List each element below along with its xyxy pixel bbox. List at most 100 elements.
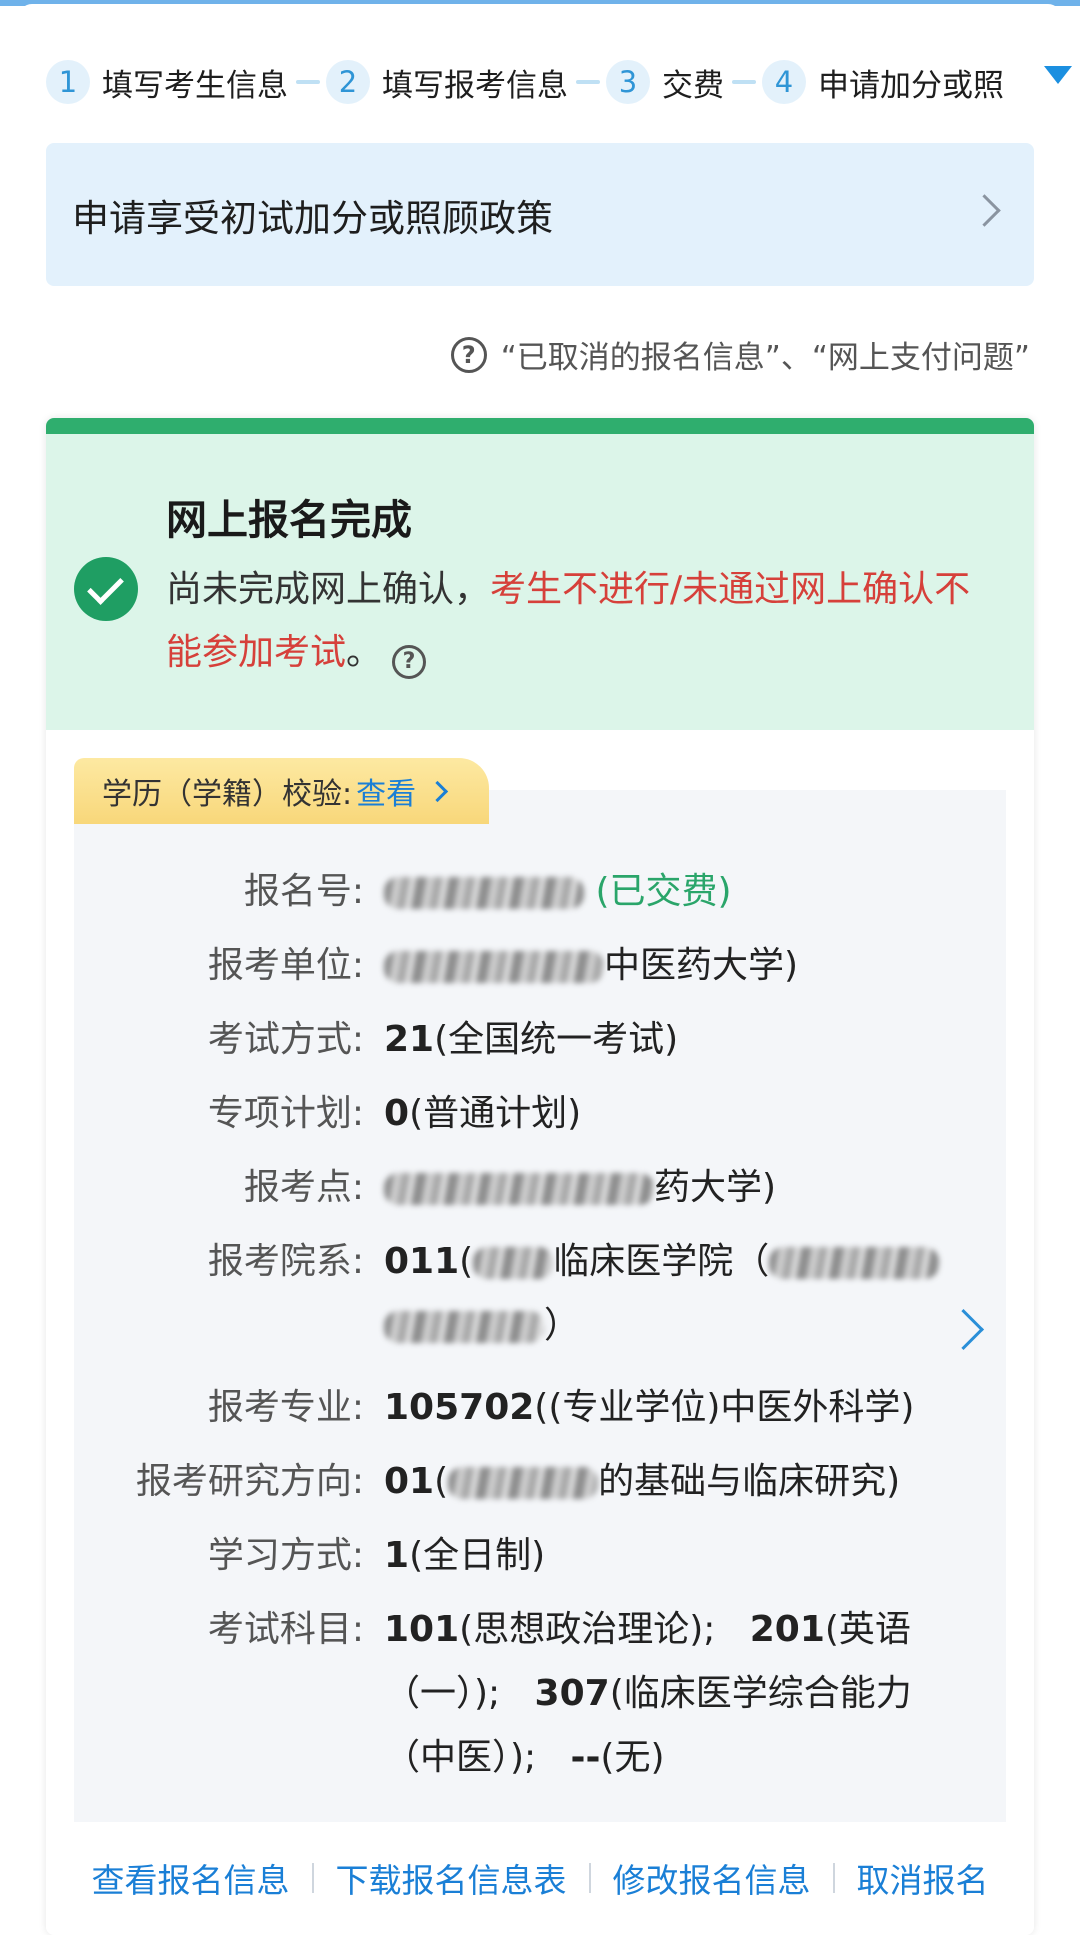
department-value: 011(临床医学院（） bbox=[384, 1230, 954, 1358]
redacted-value bbox=[384, 1173, 654, 1205]
study-mode-value: 1(全日制) bbox=[384, 1524, 954, 1588]
step-1[interactable]: 1 填写考生信息 bbox=[46, 60, 288, 105]
edu-check-tab[interactable]: 学历（学籍）校验: 查看 bbox=[74, 758, 490, 824]
top-sheet-edge bbox=[18, 4, 1062, 18]
subject-1-code: 101 bbox=[384, 1609, 460, 1650]
step-3[interactable]: 3 交费 bbox=[606, 60, 724, 105]
step-3-label: 交费 bbox=[662, 67, 724, 104]
direction-text: 的基础与临床研究) bbox=[598, 1461, 901, 1502]
exam-mode-text: (全国统一考试) bbox=[434, 1019, 679, 1060]
status-description: 尚未完成网上确认，考生不进行/未通过网上确认不能参加考试。? bbox=[166, 558, 996, 684]
redacted-value bbox=[384, 951, 604, 983]
subjects-label: 考试科目: bbox=[207, 1609, 364, 1650]
row-direction: 报考研究方向: 01(的基础与临床研究) bbox=[74, 1450, 1006, 1514]
caret-down-icon[interactable] bbox=[1044, 66, 1072, 84]
step-4[interactable]: 4 申请加分或照 bbox=[762, 60, 1004, 105]
step-divider bbox=[732, 80, 756, 84]
subjects-value: 101(思想政治理论); 201(英语（一）); 307(临床医学综合能力（中医… bbox=[384, 1598, 954, 1790]
page: 1 填写考生信息 2 填写报考信息 3 交费 4 申请加分或照 申请享受初试加分… bbox=[0, 0, 1080, 1935]
study-mode-code: 1 bbox=[384, 1535, 410, 1576]
paid-status: (已交费) bbox=[595, 871, 732, 912]
row-reg-no: 报名号: (已交费) bbox=[74, 860, 1006, 924]
direction-code: 01 bbox=[384, 1461, 435, 1502]
study-mode-text: (全日制) bbox=[409, 1535, 546, 1576]
registration-card: 网上报名完成 尚未完成网上确认，考生不进行/未通过网上确认不能参加考试。? 报名… bbox=[46, 418, 1034, 1935]
registration-info-panel: 报名号: (已交费) 报考单位: 中医药大学) 考试方式: 21(全国统一考试)… bbox=[74, 790, 1006, 1822]
step-4-label: 申请加分或照 bbox=[818, 67, 1004, 104]
major-code: 105702 bbox=[384, 1387, 535, 1428]
row-subjects: 考试科目: 101(思想政治理论); 201(英语（一）); 307(临床医学综… bbox=[74, 1598, 1006, 1790]
row-major: 报考专业: 105702((专业学位)中医外科学) bbox=[74, 1376, 1006, 1440]
row-exam-site: 报考点: 药大学) bbox=[74, 1156, 1006, 1220]
exam-mode-value: 21(全国统一考试) bbox=[384, 1008, 954, 1072]
download-registration-button[interactable]: 下载报名信息表 bbox=[336, 1854, 567, 1902]
step-divider bbox=[296, 80, 320, 84]
row-unit: 报考单位: 中医药大学) bbox=[74, 934, 1006, 998]
department-label: 报考院系: bbox=[207, 1241, 364, 1282]
major-label: 报考专业: bbox=[207, 1387, 364, 1428]
redacted-value bbox=[384, 877, 584, 909]
department-code: 011 bbox=[384, 1241, 460, 1282]
action-bar: 查看报名信息 下载报名信息表 修改报名信息 取消报名 bbox=[46, 1854, 1034, 1902]
step-divider bbox=[576, 80, 600, 84]
row-special-plan: 专项计划: 0(普通计划) bbox=[74, 1082, 1006, 1146]
direction-label: 报考研究方向: bbox=[135, 1461, 364, 1502]
unit-value: 中医药大学) bbox=[384, 934, 954, 998]
policy-banner[interactable]: 申请享受初试加分或照顾政策 bbox=[46, 143, 1034, 286]
chevron-right-icon bbox=[968, 194, 1001, 227]
help-links-text[interactable]: “已取消的报名信息”、“网上支付问题” bbox=[501, 332, 1030, 377]
status-accent-bar bbox=[46, 418, 1034, 434]
status-title: 网上报名完成 bbox=[166, 496, 412, 544]
step-1-label: 填写考生信息 bbox=[102, 67, 288, 104]
action-divider bbox=[588, 1863, 591, 1893]
direction-value: 01(的基础与临床研究) bbox=[384, 1461, 901, 1502]
redacted-value bbox=[769, 1247, 940, 1279]
unit-label: 报考单位: bbox=[207, 945, 364, 986]
subject-3-code: 307 bbox=[534, 1673, 610, 1714]
help-links[interactable]: ? “已取消的报名信息”、“网上支付问题” bbox=[450, 332, 1030, 377]
exam-site-value: 药大学) bbox=[384, 1156, 954, 1220]
redacted-value bbox=[384, 1311, 544, 1343]
edit-registration-button[interactable]: 修改报名信息 bbox=[613, 1854, 811, 1902]
question-icon[interactable]: ? bbox=[392, 644, 427, 679]
status-desc-normal: 尚未完成网上确认， bbox=[166, 569, 491, 610]
step-2-number: 2 bbox=[326, 60, 370, 104]
step-2-label: 填写报考信息 bbox=[382, 67, 568, 104]
exam-site-text: 药大学) bbox=[654, 1167, 777, 1208]
subject-4-code: -- bbox=[570, 1737, 601, 1778]
subject-4-text: (无) bbox=[600, 1737, 665, 1778]
step-4-number: 4 bbox=[762, 60, 806, 104]
department-text: 临床医学院（ bbox=[553, 1241, 770, 1282]
chevron-right-icon bbox=[427, 780, 449, 802]
question-icon: ? bbox=[450, 336, 487, 373]
row-study-mode: 学习方式: 1(全日制) bbox=[74, 1524, 1006, 1588]
subject-1-text: (思想政治理论); bbox=[459, 1609, 716, 1650]
view-registration-button[interactable]: 查看报名信息 bbox=[92, 1854, 290, 1902]
step-1-number: 1 bbox=[46, 60, 90, 104]
status-section: 网上报名完成 尚未完成网上确认，考生不进行/未通过网上确认不能参加考试。? bbox=[46, 434, 1034, 730]
step-3-number: 3 bbox=[606, 60, 650, 104]
subject-2-code: 201 bbox=[749, 1609, 825, 1650]
row-department[interactable]: 报考院系: 011(临床医学院（） bbox=[74, 1230, 1006, 1358]
step-2[interactable]: 2 填写报考信息 bbox=[326, 60, 568, 105]
study-mode-label: 学习方式: bbox=[207, 1535, 364, 1576]
exam-site-label: 报考点: bbox=[243, 1167, 364, 1208]
exam-mode-label: 考试方式: bbox=[207, 1019, 364, 1060]
action-divider bbox=[311, 1863, 314, 1893]
edu-check-link[interactable]: 查看 bbox=[356, 769, 416, 813]
department-tail: ） bbox=[544, 1305, 581, 1346]
redacted-value bbox=[448, 1467, 599, 1499]
reg-no-value: (已交费) bbox=[384, 860, 954, 924]
special-plan-value: 0(普通计划) bbox=[384, 1082, 954, 1146]
major-value: 105702((专业学位)中医外科学) bbox=[384, 1376, 954, 1440]
special-plan-label: 专项计划: bbox=[207, 1093, 364, 1134]
policy-banner-text: 申请享受初试加分或照顾政策 bbox=[72, 196, 553, 240]
exam-mode-code: 21 bbox=[384, 1019, 435, 1060]
edu-check-label: 学历（学籍）校验: bbox=[102, 777, 353, 812]
major-text: ((专业学位)中医外科学) bbox=[534, 1387, 915, 1428]
reg-no-label: 报名号: bbox=[243, 871, 364, 912]
row-exam-mode: 考试方式: 21(全国统一考试) bbox=[74, 1008, 1006, 1072]
unit-value-text: 中医药大学) bbox=[604, 945, 799, 986]
cancel-registration-button[interactable]: 取消报名 bbox=[857, 1854, 989, 1902]
special-plan-text: (普通计划) bbox=[409, 1093, 582, 1134]
